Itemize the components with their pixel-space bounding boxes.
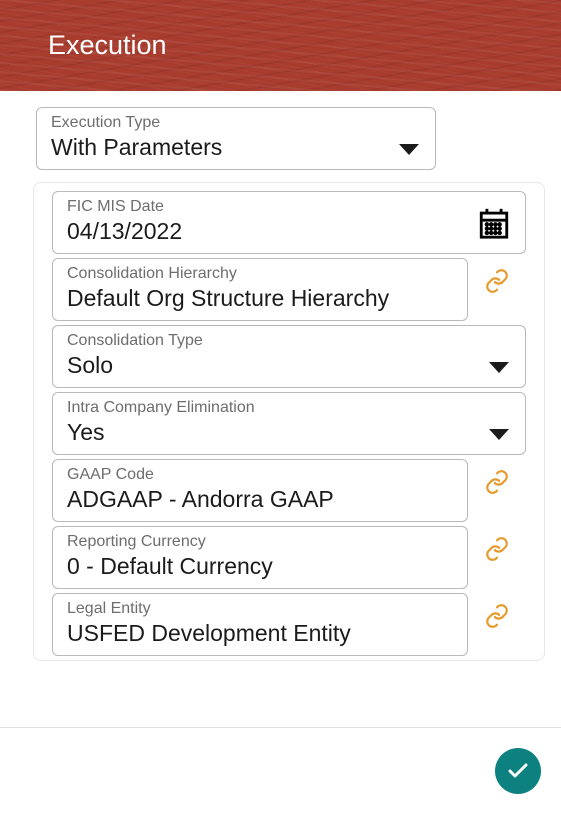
consolidation-type-select[interactable]: Consolidation Type Solo [52,325,526,388]
legal-entity-value: USFED Development Entity [67,620,453,647]
fic-mis-date-field[interactable]: FIC MIS Date 04/13/2022 [52,191,526,254]
reporting-currency-field[interactable]: Reporting Currency 0 - Default Currency [52,526,468,589]
link-icon[interactable] [484,469,510,500]
execution-type-select[interactable]: Execution Type With Parameters [36,107,436,170]
consolidation-type-label: Consolidation Type [67,332,511,350]
gaap-code-field[interactable]: GAAP Code ADGAAP - Andorra GAAP [52,459,468,522]
chevron-down-icon [399,144,419,155]
execution-type-label: Execution Type [51,114,421,132]
confirm-button[interactable] [495,748,541,794]
legal-entity-field[interactable]: Legal Entity USFED Development Entity [52,593,468,656]
intra-company-elimination-label: Intra Company Elimination [67,399,511,417]
reporting-currency-value: 0 - Default Currency [67,553,453,580]
footer-bar [0,727,561,813]
page-title: Execution [48,30,167,61]
execution-type-value: With Parameters [51,134,421,161]
fic-mis-date-value: 04/13/2022 [67,218,511,245]
parameters-panel: FIC MIS Date 04/13/2022 Cons [33,182,545,661]
link-icon[interactable] [484,268,510,299]
consolidation-hierarchy-field[interactable]: Consolidation Hierarchy Default Org Stru… [52,258,468,321]
form-content: Execution Type With Parameters FIC MIS D… [0,91,561,661]
consolidation-hierarchy-label: Consolidation Hierarchy [67,265,453,283]
chevron-down-icon [489,362,509,373]
link-icon[interactable] [484,536,510,567]
gaap-code-label: GAAP Code [67,466,453,484]
fic-mis-date-label: FIC MIS Date [67,198,511,216]
link-icon[interactable] [484,603,510,634]
chevron-down-icon [489,429,509,440]
intra-company-elimination-value: Yes [67,419,511,446]
gaap-code-value: ADGAAP - Andorra GAAP [67,486,453,513]
intra-company-elimination-select[interactable]: Intra Company Elimination Yes [52,392,526,455]
legal-entity-label: Legal Entity [67,600,453,618]
page-header: Execution [0,0,561,91]
reporting-currency-label: Reporting Currency [67,533,453,551]
consolidation-type-value: Solo [67,352,511,379]
calendar-icon[interactable] [477,206,511,236]
consolidation-hierarchy-value: Default Org Structure Hierarchy [67,285,453,312]
